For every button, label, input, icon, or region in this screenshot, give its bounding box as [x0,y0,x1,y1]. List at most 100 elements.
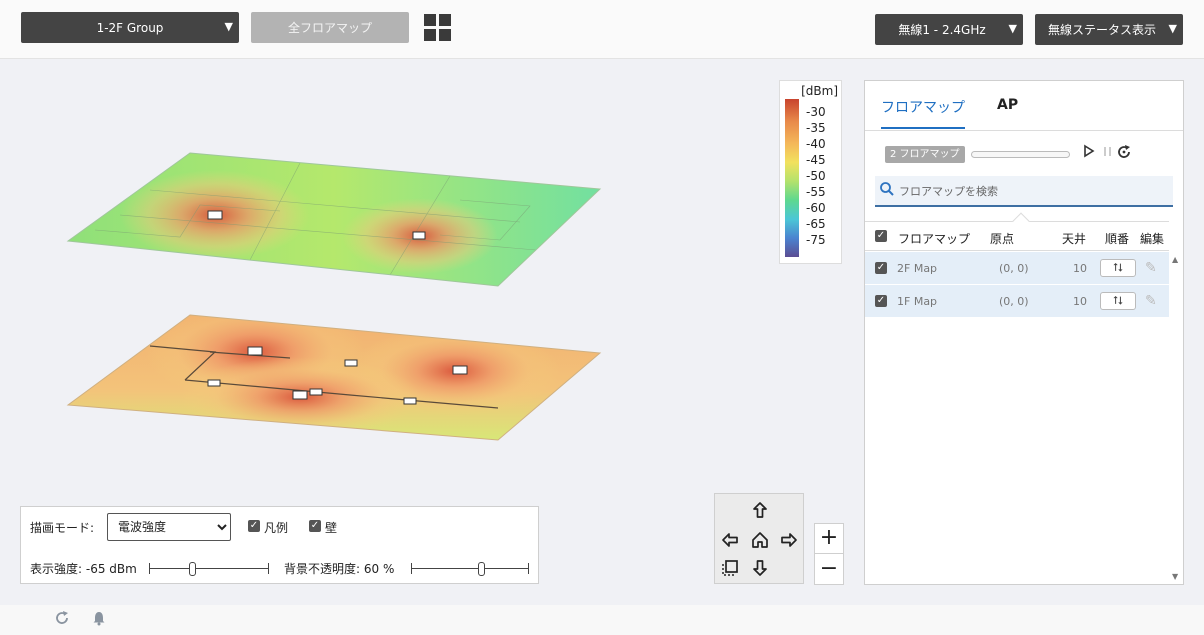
select-area-icon[interactable] [720,558,740,578]
row-ceiling: 10 [1073,262,1087,275]
row-name: 2F Map [897,262,938,275]
legend-tick: -55 [806,185,826,199]
row-ceiling: 10 [1073,295,1087,308]
access-point-marker[interactable] [292,390,308,400]
panel-tabs: フロアマップ AP [865,81,1183,131]
grid-view-icon[interactable] [424,14,452,42]
access-point-marker[interactable] [247,346,263,356]
playback-progress[interactable] [971,151,1070,158]
refresh-icon[interactable] [54,610,70,629]
status-bar [0,605,1204,635]
reorder-button[interactable]: ⭡⭣ [1100,259,1136,277]
access-point-marker[interactable] [207,379,221,387]
bell-icon[interactable] [92,610,106,629]
legend-tick: -60 [806,201,826,215]
active-tab-indicator [881,127,965,129]
legend-tick: -45 [806,153,826,167]
strength-slider-knob[interactable] [189,562,196,576]
group-select-label: 1-2F Group [96,20,164,35]
draw-mode-select[interactable]: 電波強度 [107,513,231,541]
legend-ticks: -30 -35 -40 -45 -50 -55 -60 -65 -75 [806,104,826,248]
column-header[interactable]: フロアマップ [898,230,970,247]
legend-color-bar [785,99,799,257]
group-select[interactable]: 1-2F Group ▼ [21,12,239,43]
scroll-down-icon[interactable]: ▼ [1172,572,1178,581]
legend-unit: [dBm] [801,84,838,98]
edit-pencil-icon[interactable]: ✎ [1145,293,1157,309]
legend-tick: -35 [806,121,826,135]
table-row[interactable]: ✓ 1F Map (0, 0) 10 ⭡⭣ ✎ [865,285,1169,318]
top-toolbar: 1-2F Group ▼ 全フロアマップ 無線1 - 2.4GHz ▼ 無線ステ… [0,0,1204,59]
reset-icon[interactable] [1116,144,1132,164]
panel-scrollbar[interactable]: ▲ ▼ [1169,251,1183,585]
floor-1f-map [68,315,600,440]
arrow-right-icon[interactable] [779,530,799,550]
status-select[interactable]: 無線ステータス表示 ▼ [1035,14,1183,45]
arrow-up-icon[interactable] [750,500,770,520]
legend-tick: -50 [806,169,826,183]
access-point-marker[interactable] [403,397,417,405]
search-input[interactable] [899,180,1159,202]
zoom-out-icon[interactable]: − [815,555,843,585]
zoom-controls: + − [814,523,844,585]
legend-tick: -40 [806,137,826,151]
edit-pencil-icon[interactable]: ✎ [1145,260,1157,276]
legend-tick: -75 [806,233,826,247]
search-icon [880,182,894,196]
column-header[interactable]: 編集 [1140,230,1164,247]
navigation-pad [714,493,804,584]
access-point-marker[interactable] [344,359,358,367]
strength-slider[interactable] [149,562,269,576]
arrow-left-icon[interactable] [720,530,740,550]
wall-checkbox[interactable]: ✓ [309,520,321,532]
select-all-checkbox[interactable]: ✓ [875,230,887,242]
column-header[interactable]: 原点 [990,230,1014,247]
band-select[interactable]: 無線1 - 2.4GHz ▼ [875,14,1023,45]
floor-map-search[interactable] [875,176,1173,207]
chevron-down-icon: ▼ [1008,22,1017,35]
all-floors-button[interactable]: 全フロアマップ [251,12,409,43]
opacity-slider-knob[interactable] [478,562,485,576]
legend-tick: -30 [806,105,826,119]
access-point-marker[interactable] [207,210,223,220]
arrow-down-icon[interactable] [750,558,770,578]
legend-tick: -65 [806,217,826,231]
chevron-down-icon: ▼ [224,20,233,33]
display-controls: 描画モード: 電波強度 ✓ 凡例 ✓ 壁 表示強度: -65 dBm 背景不透明… [20,506,539,584]
row-checkbox[interactable]: ✓ [875,295,887,307]
strength-label: 表示強度: -65 dBm [30,562,137,576]
opacity-label: 背景不透明度: 60 % [284,562,395,576]
floor-map-panel: フロアマップ AP 2 フロアマップ ✓ フロアマップ 原点 天井 順番 編集 … [864,80,1184,585]
access-point-marker[interactable] [309,388,323,396]
zoom-in-icon[interactable]: + [815,524,843,554]
row-origin: (0, 0) [999,262,1029,275]
floor-count-badge: 2 フロアマップ [885,146,965,163]
draw-mode-label: 描画モード: [30,521,95,535]
row-checkbox[interactable]: ✓ [875,262,887,274]
legend-checkbox-label: 凡例 [264,521,289,535]
row-name: 1F Map [897,295,938,308]
reorder-button[interactable]: ⭡⭣ [1100,292,1136,310]
wall-checkbox-label: 壁 [325,521,338,535]
chevron-down-icon: ▼ [1168,22,1177,35]
pause-icon[interactable] [1102,144,1114,162]
access-point-marker[interactable] [452,365,468,375]
band-select-label: 無線1 - 2.4GHz [898,23,986,37]
row-origin: (0, 0) [999,295,1029,308]
tab-ap[interactable]: AP [997,97,1018,113]
signal-legend: [dBm] -30 -35 -40 -45 -50 -55 -60 -65 -7… [779,80,842,264]
table-row[interactable]: ✓ 2F Map (0, 0) 10 ⭡⭣ ✎ [865,252,1169,285]
column-header[interactable]: 順番 [1105,230,1129,247]
tab-floor-map[interactable]: フロアマップ [881,97,965,117]
scroll-up-icon[interactable]: ▲ [1172,255,1178,264]
play-icon[interactable] [1083,144,1095,162]
opacity-slider[interactable] [411,562,529,576]
home-icon[interactable] [750,530,770,550]
status-select-label: 無線ステータス表示 [1047,23,1156,37]
column-header[interactable]: 天井 [1062,230,1086,247]
floor-2f-map [68,153,600,286]
legend-checkbox[interactable]: ✓ [248,520,260,532]
access-point-marker[interactable] [412,231,426,240]
table-header: ✓ フロアマップ 原点 天井 順番 編集 [865,212,1169,251]
header-notch [1012,212,1030,230]
